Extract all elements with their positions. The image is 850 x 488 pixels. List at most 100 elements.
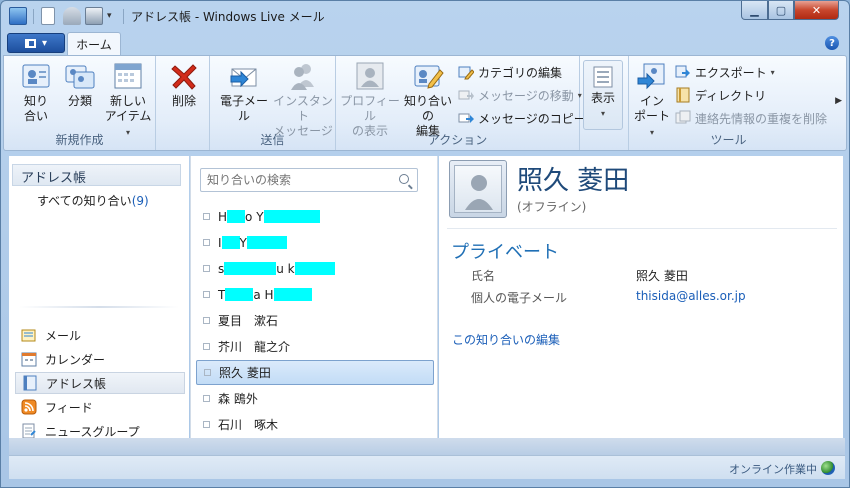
globe-icon[interactable]	[821, 461, 835, 475]
app-window: ▾ アドレス帳 - Windows Live メール ▁ ▢ ✕ ▾ ホーム ?…	[0, 0, 850, 488]
help-icon[interactable]: ?	[825, 36, 839, 50]
group-new-label: 新規作成	[55, 133, 104, 147]
category-edit-icon	[458, 64, 475, 80]
contact-row[interactable]: Ho Y	[196, 204, 434, 229]
nav-item-mail[interactable]: メール	[15, 324, 185, 346]
window-title: アドレス帳 - Windows Live メール	[131, 10, 325, 24]
contact-name: 照久 菱田	[219, 366, 271, 380]
search-icon[interactable]	[399, 174, 409, 184]
contact-row[interactable]: Ta H	[196, 282, 434, 307]
edit-contact-icon	[412, 60, 444, 92]
copy-message-label: メッセージのコピー	[478, 111, 586, 126]
nav-item-address-book[interactable]: アドレス帳	[15, 372, 185, 394]
import-button[interactable]: イン ポート ▾	[631, 60, 673, 140]
row-checkbox[interactable]	[203, 317, 210, 324]
edit-category-button[interactable]: カテゴリの編集	[458, 62, 562, 82]
contact-name: 夏目 漱石	[218, 314, 279, 328]
contact-detail-pane: 照久 菱田 (オフライン) プライベート 氏名 照久 菱田 個人の電子メール t…	[439, 156, 843, 438]
view-button[interactable]: 表示 ▾	[583, 60, 623, 130]
nav-all-contacts[interactable]: すべての知り合い(9)	[37, 192, 149, 209]
name-value: 照久 菱田	[636, 269, 688, 283]
contact-search-input[interactable]	[201, 169, 387, 191]
email-link[interactable]: thisida@alles.or.jp	[636, 289, 746, 303]
contact-row[interactable]: 石川 啄木	[196, 412, 434, 437]
contact-name: 石川 啄木	[218, 418, 279, 432]
row-checkbox[interactable]	[204, 369, 211, 376]
customize-quick-access-icon[interactable]: ▾	[107, 7, 117, 25]
app-icon[interactable]	[9, 7, 27, 25]
contact-row[interactable]: 芥川 龍之介	[196, 334, 434, 359]
pane-bottom-border	[9, 438, 845, 455]
tab-home[interactable]: ホーム	[67, 32, 121, 56]
new-contact-label-1: 知り	[23, 94, 48, 108]
export-button[interactable]: エクスポート ▾	[675, 62, 775, 82]
new-contact-label-2: 合い	[23, 109, 48, 123]
view-profile-label-1: プロフィール	[340, 94, 400, 123]
edit-contact-button[interactable]: 知り合いの 編集	[400, 60, 456, 139]
reply-icon[interactable]	[63, 7, 81, 25]
directory-label: ディレクトリ	[695, 88, 767, 103]
ribbon: 知り 合い 分類 新しい アイテム ▾ 新規作成 削除 電子メール インスタント…	[3, 55, 847, 151]
send-receive-icon[interactable]	[85, 7, 103, 25]
new-item-icon[interactable]	[41, 7, 55, 25]
row-checkbox[interactable]	[203, 343, 210, 350]
nav-item-feeds[interactable]: フィード	[15, 396, 185, 418]
directory-button[interactable]: ディレクトリ	[675, 85, 766, 105]
redaction-mask	[273, 288, 312, 301]
copy-message-button[interactable]: メッセージのコピー ▾	[458, 108, 594, 128]
redaction-mask	[294, 262, 335, 275]
contact-row[interactable]: 夏目 漱石	[196, 308, 434, 333]
nav-header-address-book[interactable]: アドレス帳	[12, 164, 181, 186]
contact-row[interactable]: su k	[196, 256, 434, 281]
nav-item-mail-label: メール	[45, 328, 82, 343]
mail-icon	[21, 327, 37, 343]
row-checkbox[interactable]	[203, 213, 210, 220]
contact-row-selected[interactable]: 照久 菱田	[196, 360, 434, 385]
row-checkbox[interactable]	[203, 239, 210, 246]
view-profile-button[interactable]: プロフィール の表示	[340, 60, 400, 139]
row-checkbox[interactable]	[203, 395, 210, 402]
app-menu-button[interactable]: ▾	[7, 33, 65, 53]
contact-name-part: u k	[276, 261, 295, 276]
nav-item-calendar-label: カレンダー	[45, 352, 106, 367]
category-button[interactable]: 分類	[60, 60, 100, 109]
email-icon	[228, 60, 260, 92]
status-text: オンライン作業中	[729, 463, 817, 476]
contact-row[interactable]: I Y	[196, 230, 434, 255]
contact-row[interactable]: 森 鴎外	[196, 386, 434, 411]
section-private: プライベート	[451, 242, 559, 263]
delete-button[interactable]: 削除	[164, 60, 204, 109]
group-delete: 削除	[156, 56, 210, 150]
remove-duplicates-button[interactable]: 連絡先情報の重複を削除	[675, 108, 827, 128]
edit-contact-link[interactable]: この知り合いの編集	[452, 331, 560, 348]
contact-name-part: a H	[253, 287, 274, 302]
row-checkbox[interactable]	[203, 421, 210, 428]
row-checkbox[interactable]	[203, 265, 210, 272]
group-tools: イン ポート ▾ エクスポート ▾ ディレクトリ 連絡先情報の重複を削除 ツール	[628, 56, 828, 150]
name-label: 氏名	[471, 269, 496, 283]
maximize-button[interactable]: ▢	[768, 1, 794, 20]
group-action: プロフィール の表示 知り合いの 編集 カテゴリの編集 メッセージの移動 ▾ メ…	[336, 56, 594, 150]
new-item-button[interactable]: 新しい アイテム ▾	[102, 60, 154, 140]
email-label: 個人の電子メール	[471, 291, 568, 305]
row-checkbox[interactable]	[203, 291, 210, 298]
close-button[interactable]: ✕	[794, 1, 839, 20]
email-button[interactable]: 電子メール	[216, 60, 272, 124]
nav-item-newsgroups-label: ニュースグループ	[45, 424, 140, 439]
minimize-button[interactable]: ▁	[741, 1, 768, 20]
move-icon	[458, 87, 474, 103]
newsgroup-icon	[21, 423, 37, 439]
redaction-mask	[263, 210, 320, 223]
move-message-button[interactable]: メッセージの移動 ▾	[458, 85, 582, 105]
move-message-label: メッセージの移動	[478, 88, 574, 103]
group-view: 表示 ▾	[580, 56, 626, 150]
export-label: エクスポート	[695, 65, 767, 80]
nav-item-calendar[interactable]: カレンダー	[15, 348, 185, 370]
instant-message-button[interactable]: インスタント メッセージ	[272, 60, 334, 139]
new-contact-button[interactable]: 知り 合い	[16, 60, 56, 124]
contact-name-part: H	[218, 209, 228, 224]
title-separator-2	[123, 9, 124, 24]
address-book-icon	[22, 375, 38, 391]
contact-search-box[interactable]	[200, 168, 418, 192]
ribbon-scroll-right-icon[interactable]: ▶	[835, 96, 842, 106]
